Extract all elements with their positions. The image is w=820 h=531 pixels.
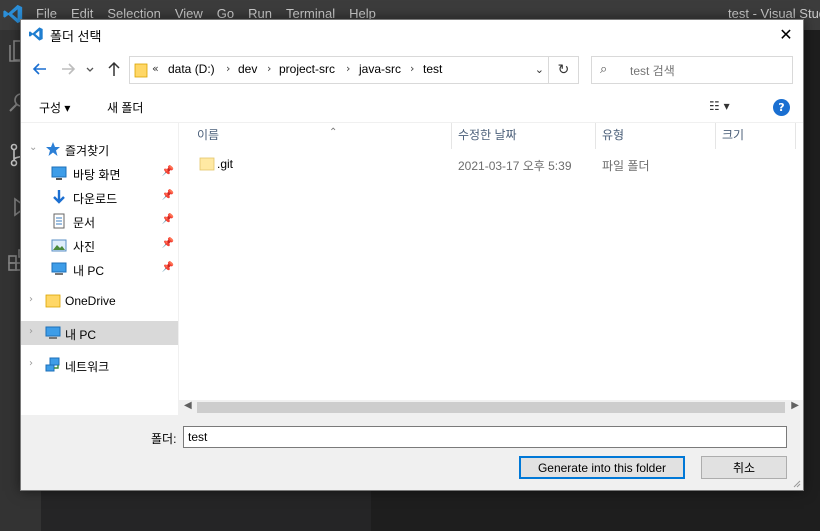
column-header-name[interactable]: 이름 ⌃ <box>191 123 452 149</box>
tree-label: 즐겨찾기 <box>65 144 110 158</box>
pin-icon[interactable]: 📌 <box>162 238 174 249</box>
navigation-pane: ⌄ 즐겨찾기 바탕 화면 📌 다운로드 📌 문서 📌 사진 📌 내 PC � <box>21 123 179 415</box>
folder-icon <box>199 157 215 171</box>
address-dropdown-icon[interactable]: ⌄ <box>535 63 544 76</box>
breadcrumb-separator-icon[interactable]: › <box>226 62 230 75</box>
folder-icon <box>45 294 61 308</box>
breadcrumb-separator-icon[interactable]: › <box>410 62 414 75</box>
document-icon <box>53 213 65 229</box>
tree-this-pc[interactable]: › 내 PC <box>21 321 178 345</box>
back-arrow-icon[interactable] <box>31 60 49 78</box>
address-bar[interactable]: « data (D:) › dev › project-src › java-s… <box>129 56 549 84</box>
view-options-icon[interactable]: ☷ ▾ <box>709 99 730 113</box>
dialog-title: 폴더 선택 <box>50 29 102 44</box>
folder-name-input[interactable] <box>183 426 787 448</box>
breadcrumb-dev[interactable]: dev <box>238 62 257 76</box>
file-list: 이름 ⌃ 수정한 날짜 유형 크기 .git 2021-03-17 오후 5:3… <box>179 123 803 415</box>
pin-icon[interactable]: 📌 <box>162 166 174 177</box>
chevron-right-icon[interactable]: › <box>29 294 33 305</box>
organize-button[interactable]: 구성 ▾ <box>39 99 70 116</box>
folder-icon <box>134 63 148 78</box>
pin-icon[interactable]: 📌 <box>162 190 174 201</box>
scroll-left-icon[interactable]: ◀ <box>184 400 192 411</box>
forward-arrow-icon[interactable] <box>59 60 77 78</box>
column-label: 유형 <box>602 128 625 142</box>
generate-into-folder-button[interactable]: Generate into this folder <box>519 456 685 479</box>
column-label: 크기 <box>722 128 745 142</box>
file-name: .git <box>217 157 234 171</box>
breadcrumb-drive[interactable]: data (D:) <box>168 62 215 76</box>
refresh-icon: ↻ <box>557 62 570 78</box>
file-row[interactable]: .git 2021-03-17 오후 5:39 파일 폴더 <box>179 153 803 175</box>
folder-field-label: 폴더: <box>151 432 177 446</box>
new-folder-button[interactable]: 새 폴더 <box>107 99 143 116</box>
tree-label: 내 PC <box>65 328 97 342</box>
tree-downloads[interactable]: 다운로드 📌 <box>21 185 178 209</box>
vscode-app-icon <box>29 27 43 41</box>
tree-label: 네트워크 <box>65 360 110 374</box>
chevron-right-icon[interactable]: › <box>29 358 33 369</box>
column-label: 이름 <box>197 128 220 142</box>
column-header-modified[interactable]: 수정한 날짜 <box>452 123 596 149</box>
pin-icon[interactable]: 📌 <box>162 214 174 225</box>
recent-locations-chevron-icon[interactable] <box>85 60 95 78</box>
tree-onedrive[interactable]: › OneDrive <box>21 289 178 313</box>
breadcrumb-project-src[interactable]: project-src <box>279 62 335 76</box>
column-header-size[interactable]: 크기 <box>716 123 796 149</box>
breadcrumb-separator-icon[interactable]: › <box>267 62 271 75</box>
computer-icon <box>51 262 67 275</box>
star-icon <box>46 142 60 156</box>
tree-label: 문서 <box>73 216 96 230</box>
help-button[interactable]: ? <box>773 99 790 116</box>
chevron-right-icon[interactable]: › <box>29 326 33 337</box>
chevron-down-icon[interactable]: ⌄ <box>29 142 37 153</box>
breadcrumb-java-src[interactable]: java-src <box>359 62 401 76</box>
search-box[interactable]: ⌕ <box>591 56 793 84</box>
desktop-icon <box>51 166 67 180</box>
download-arrow-icon <box>53 190 65 204</box>
tree-label: 다운로드 <box>73 192 118 206</box>
tree-this-pc-pinned[interactable]: 내 PC 📌 <box>21 257 178 281</box>
close-button[interactable]: ✕ <box>769 20 803 48</box>
scrollbar-thumb[interactable] <box>197 402 785 413</box>
network-icon <box>45 357 60 372</box>
tree-label: OneDrive <box>65 294 116 308</box>
picture-icon <box>51 239 67 252</box>
tree-desktop[interactable]: 바탕 화면 📌 <box>21 161 178 185</box>
file-type: 파일 폴더 <box>602 159 650 173</box>
tree-label: 사진 <box>73 240 96 254</box>
horizontal-scrollbar[interactable]: ◀ ▶ <box>179 400 803 415</box>
tree-network[interactable]: › 네트워크 <box>21 353 178 377</box>
resize-grip-icon[interactable] <box>791 478 801 488</box>
folder-select-dialog: 폴더 선택 ✕ « data (D:) › dev › project-src … <box>20 19 804 491</box>
search-input[interactable] <box>628 61 792 81</box>
column-header-type[interactable]: 유형 <box>596 123 716 149</box>
tree-pictures[interactable]: 사진 📌 <box>21 233 178 257</box>
dialog-titlebar: 폴더 선택 ✕ <box>21 20 803 48</box>
file-modified: 2021-03-17 오후 5:39 <box>458 159 572 173</box>
dialog-footer: 폴더: Generate into this folder 취소 <box>21 416 803 490</box>
scroll-right-icon[interactable]: ▶ <box>791 400 799 411</box>
tree-documents[interactable]: 문서 📌 <box>21 209 178 233</box>
tree-quick-access[interactable]: ⌄ 즐겨찾기 <box>21 137 178 161</box>
cancel-button[interactable]: 취소 <box>701 456 787 479</box>
column-label: 수정한 날짜 <box>458 128 517 142</box>
tree-label: 바탕 화면 <box>73 168 121 182</box>
pin-icon[interactable]: 📌 <box>162 262 174 273</box>
overflow-chevron[interactable]: « <box>152 62 159 75</box>
computer-icon <box>45 326 61 339</box>
up-arrow-icon[interactable] <box>105 60 123 78</box>
refresh-button[interactable]: ↻ <box>549 56 579 84</box>
breadcrumb-test[interactable]: test <box>423 62 442 76</box>
breadcrumb-separator-icon[interactable]: › <box>346 62 350 75</box>
navigation-bar: « data (D:) › dev › project-src › java-s… <box>21 48 803 92</box>
tree-label: 내 PC <box>73 264 105 278</box>
search-icon: ⌕ <box>600 62 608 77</box>
sort-ascending-icon: ⌃ <box>329 127 338 138</box>
command-bar: 구성 ▾ 새 폴더 ☷ ▾ ? <box>21 92 803 123</box>
